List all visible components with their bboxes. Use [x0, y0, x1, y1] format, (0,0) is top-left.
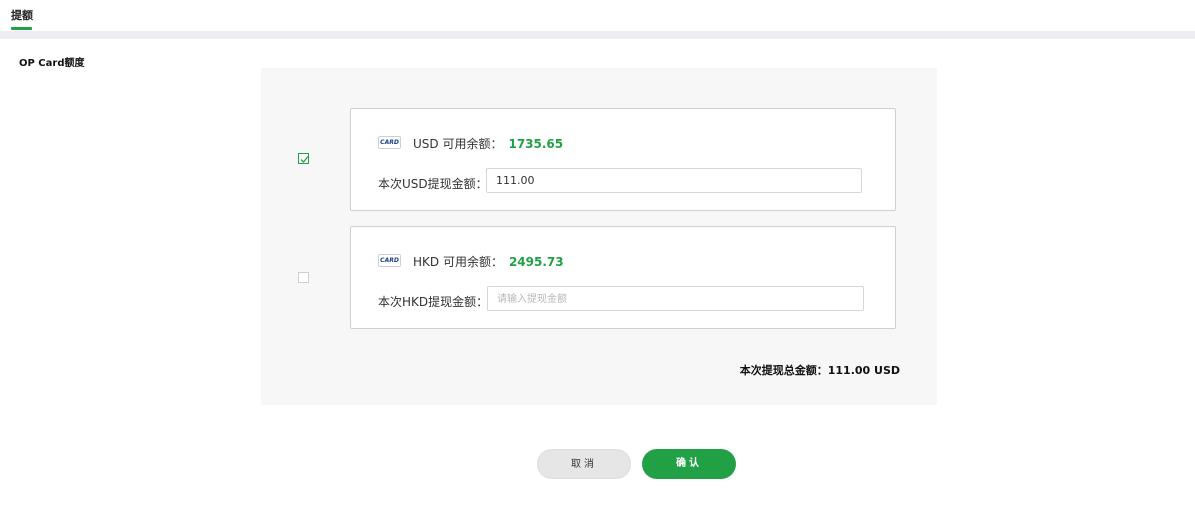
- tab-withdraw[interactable]: 提额: [11, 7, 33, 23]
- page: 提额 OP Card额度 CARD USD 可用余额： 1735.65 本次USD…: [0, 0, 1195, 513]
- header-divider: [0, 31, 1195, 39]
- usd-balance-label: USD 可用余额：: [413, 137, 503, 151]
- cancel-button[interactable]: 取消: [537, 449, 631, 479]
- active-tab-indicator: [11, 27, 32, 30]
- hkd-card: CARD HKD 可用余额： 2495.73 本次HKD提现金额：: [350, 226, 896, 329]
- usd-card: CARD USD 可用余额： 1735.65 本次USD提现金额：: [350, 108, 896, 211]
- hkd-amount-input[interactable]: [487, 286, 864, 311]
- usd-balance-row: USD 可用余额： 1735.65: [413, 135, 563, 152]
- hkd-checkbox[interactable]: [298, 272, 309, 283]
- usd-checkbox[interactable]: [298, 153, 309, 164]
- withdraw-panel: CARD USD 可用余额： 1735.65 本次USD提现金额： CARD HK…: [261, 68, 937, 405]
- usd-amount-label: 本次USD提现金额：: [378, 177, 488, 191]
- usd-amount-input[interactable]: [486, 168, 862, 193]
- card-logo-icon: CARD: [378, 136, 401, 149]
- usd-balance-value: 1735.65: [508, 137, 564, 151]
- tab-bar: 提额: [0, 0, 1195, 31]
- hkd-balance-label: HKD 可用余额：: [413, 255, 503, 269]
- section-title: OP Card额度: [19, 58, 85, 69]
- hkd-amount-label: 本次HKD提现金额：: [378, 295, 489, 309]
- hkd-balance-value: 2495.73: [508, 255, 564, 269]
- card-logo-icon: CARD: [378, 254, 401, 267]
- confirm-button[interactable]: 确认: [642, 449, 736, 479]
- total-amount: 本次提现总金额：111.00 USD: [739, 364, 900, 377]
- hkd-balance-row: HKD 可用余额： 2495.73: [413, 253, 564, 270]
- check-icon: [300, 156, 309, 163]
